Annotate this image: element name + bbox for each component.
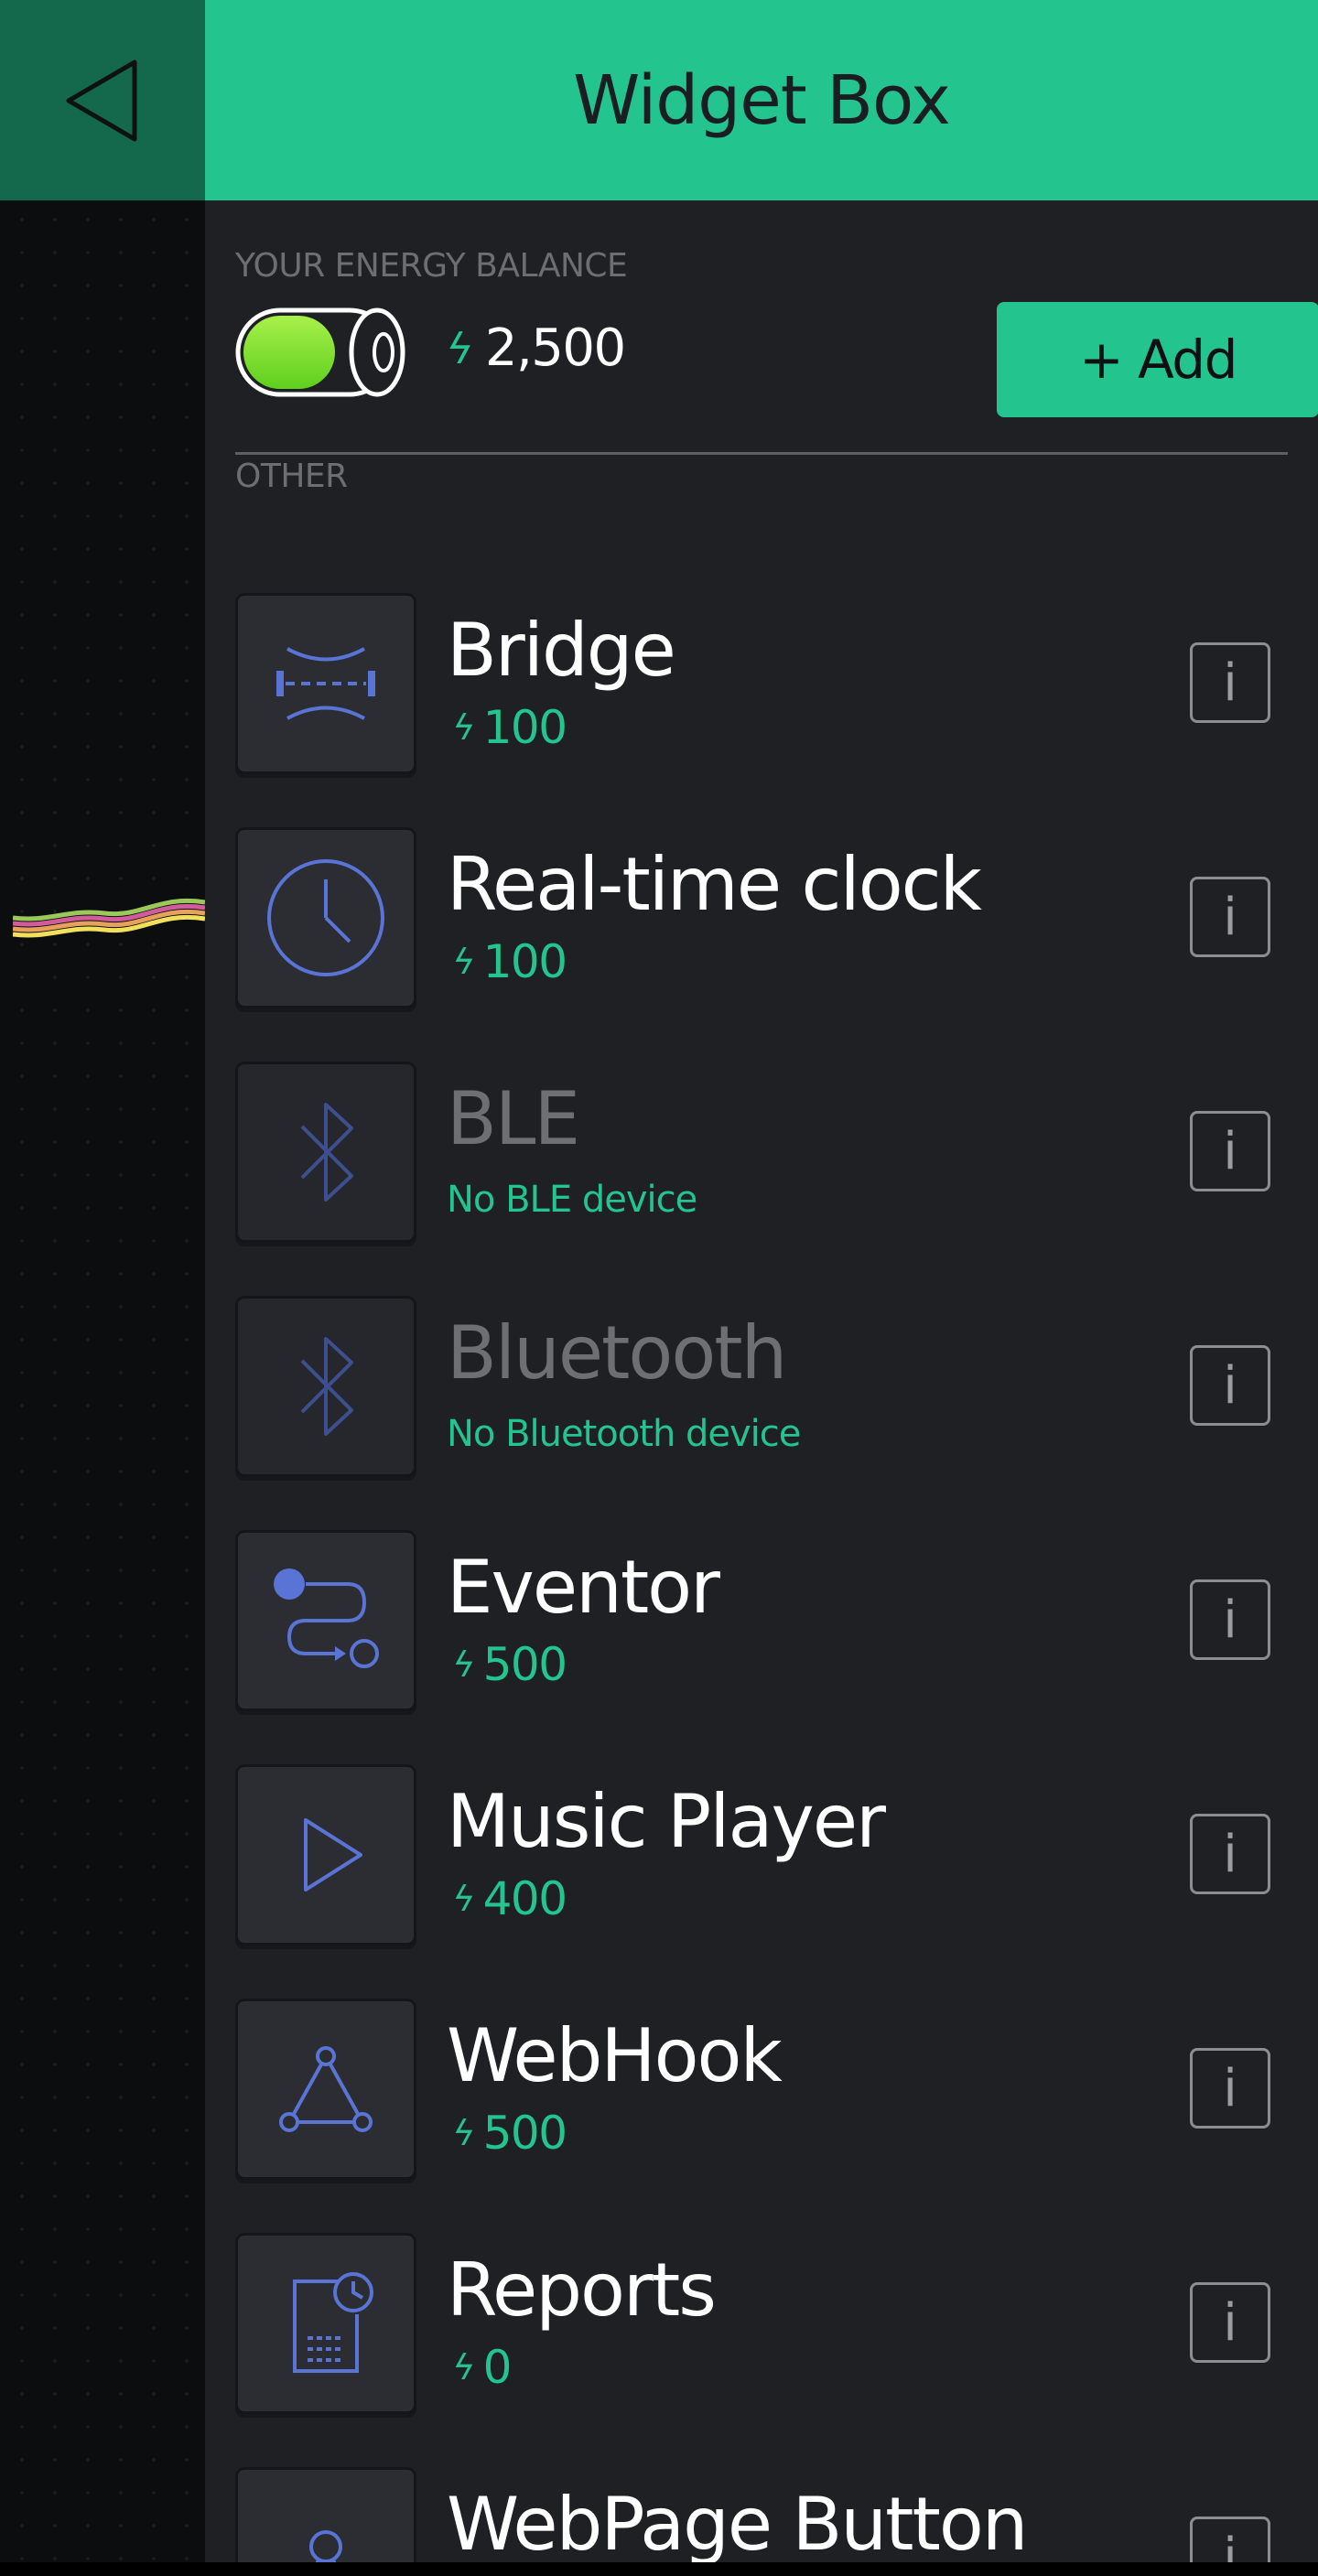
header-bar: Widget Box: [205, 0, 1318, 200]
widget-row-music-player[interactable]: Music Player ϟ 400 i: [205, 1764, 1318, 1947]
page-title: Widget Box: [573, 60, 951, 140]
energy-balance-row: ϟ 2,500 + Add: [235, 302, 1318, 417]
canvas-background: [0, 0, 205, 2576]
widget-tile-real-time-clock[interactable]: [235, 827, 416, 1008]
energy-bolt-icon: ϟ: [448, 2347, 479, 2387]
section-label-other: OTHER: [235, 458, 348, 495]
widget-name: Eventor: [447, 1545, 720, 1630]
info-button[interactable]: i: [1190, 1111, 1270, 1191]
widget-cost: ϟ 500: [448, 2107, 567, 2160]
widget-tile-bridge[interactable]: [235, 593, 416, 774]
info-button[interactable]: i: [1190, 1345, 1270, 1426]
info-button[interactable]: i: [1190, 877, 1270, 957]
bluetooth-icon: [300, 1337, 353, 1436]
widget-status: No Bluetooth device: [447, 1413, 801, 1455]
widget-tile-webpage-button[interactable]: [235, 2467, 416, 2562]
section-divider: [235, 452, 1288, 455]
energy-bolt-icon: ϟ: [448, 2113, 479, 2153]
widget-name: WebPage Button: [447, 2482, 1028, 2562]
widget-cost-value: 400: [482, 1872, 567, 1925]
widget-cost: ϟ 0: [448, 2341, 513, 2394]
energy-value: 2,500: [484, 318, 626, 378]
webpage-button-icon: [309, 2530, 342, 2562]
info-button[interactable]: i: [1190, 2282, 1270, 2363]
widget-tile-ble[interactable]: [235, 1062, 416, 1243]
energy-amount: ϟ 2,500: [440, 318, 626, 378]
widget-name: BLE: [447, 1076, 580, 1161]
widget-row-bridge[interactable]: Bridge ϟ 100 i: [205, 593, 1318, 776]
widget-row-bluetooth[interactable]: Bluetooth No Bluetooth device i: [205, 1296, 1318, 1479]
widget-cost: ϟ 100: [448, 935, 567, 988]
widget-status: No BLE device: [447, 1179, 697, 1221]
back-button[interactable]: [0, 0, 205, 200]
widget-row-eventor[interactable]: Eventor ϟ 500 i: [205, 1530, 1318, 1713]
widget-tile-reports[interactable]: [235, 2233, 416, 2414]
widget-box-panel: Widget Box YOUR ENERGY BALANCE ϟ 2,500 +…: [205, 0, 1318, 2562]
widget-cost-value: 100: [482, 701, 567, 754]
widget-row-real-time-clock[interactable]: Real-time clock ϟ 100 i: [205, 827, 1318, 1010]
energy-bolt-icon: ϟ: [448, 1879, 479, 1919]
eventor-icon: [274, 1568, 379, 1668]
report-icon: [293, 2272, 373, 2373]
widget-tile-eventor[interactable]: [235, 1530, 416, 1711]
widget-row-ble[interactable]: BLE No BLE device i: [205, 1062, 1318, 1245]
widget-row-webpage-button[interactable]: WebPage Button i: [205, 2467, 1318, 2562]
widget-tile-webhook[interactable]: [235, 1999, 416, 2180]
widget-name: Bluetooth: [447, 1310, 787, 1396]
energy-balance-label: YOUR ENERGY BALANCE: [235, 247, 628, 285]
widget-cost-value: 100: [482, 935, 567, 988]
widget-row-webhook[interactable]: WebHook ϟ 500 i: [205, 1999, 1318, 2182]
widget-name: Bridge: [447, 608, 676, 693]
energy-bolt-icon: ϟ: [448, 942, 479, 982]
clock-icon: [267, 859, 384, 976]
webhook-icon: [279, 2046, 373, 2132]
add-energy-button[interactable]: + Add: [997, 302, 1318, 417]
widget-cost: ϟ 400: [448, 1872, 567, 1925]
widget-name: Reports: [447, 2247, 717, 2333]
widget-cost-value: 0: [482, 2341, 513, 2394]
widget-tile-bluetooth[interactable]: [235, 1296, 416, 1477]
back-arrow-icon: [66, 59, 137, 141]
play-icon: [304, 1818, 362, 1892]
system-bottom-bar: [0, 2562, 1318, 2576]
widget-name: Real-time clock: [447, 842, 982, 927]
widget-name: WebHook: [447, 2013, 783, 2098]
energy-bolt-icon: ϟ: [448, 707, 479, 748]
widget-tile-music-player[interactable]: [235, 1764, 416, 1945]
battery-icon: [235, 307, 405, 397]
energy-bolt-icon: ϟ: [440, 323, 478, 373]
info-button[interactable]: i: [1190, 1814, 1270, 1894]
widget-cost: ϟ 100: [448, 701, 567, 754]
info-button[interactable]: i: [1190, 2048, 1270, 2129]
widget-cost-value: 500: [482, 2107, 567, 2160]
bridge-icon: [276, 647, 375, 720]
widget-cost-value: 500: [482, 1638, 567, 1691]
info-button[interactable]: i: [1190, 1579, 1270, 1660]
info-button[interactable]: i: [1190, 642, 1270, 723]
widget-name: Music Player: [447, 1779, 886, 1864]
bluetooth-icon: [300, 1103, 353, 1202]
energy-bolt-icon: ϟ: [448, 1644, 479, 1685]
widget-row-reports[interactable]: Reports ϟ 0 i: [205, 2233, 1318, 2416]
info-button[interactable]: i: [1190, 2517, 1270, 2562]
widget-cost: ϟ 500: [448, 1638, 567, 1691]
